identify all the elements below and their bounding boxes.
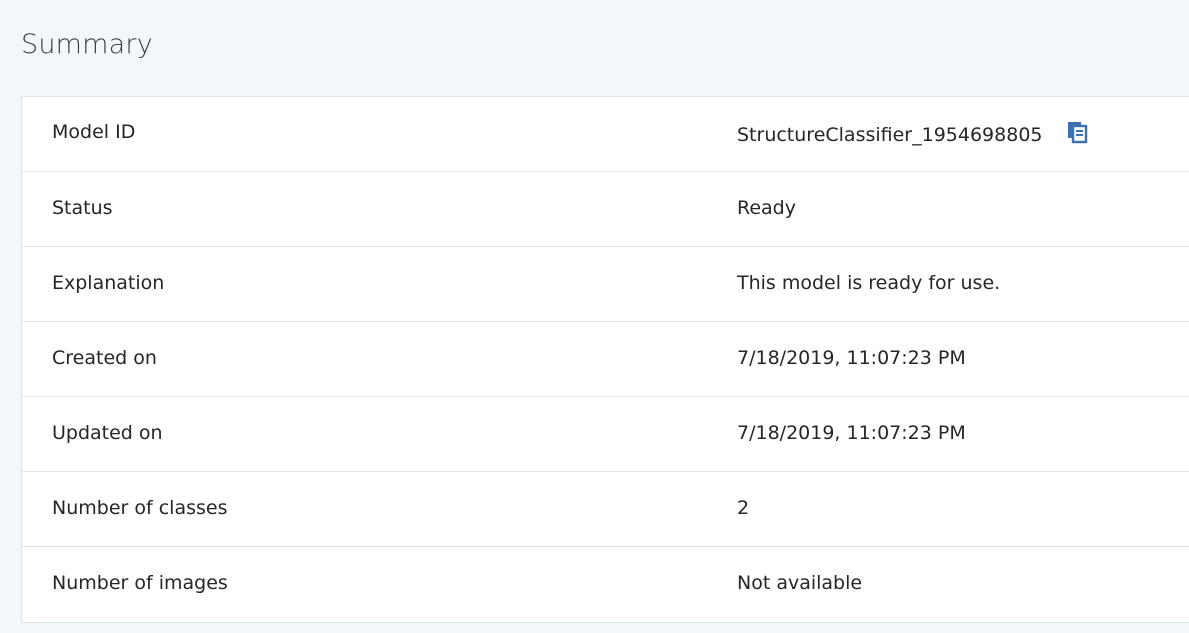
number-of-images-label: Number of images	[52, 572, 228, 594]
status-label: Status	[52, 197, 113, 219]
summary-row-status: Status Ready	[22, 172, 1189, 247]
created-on-label: Created on	[52, 347, 157, 369]
summary-row-number-of-classes: Number of classes 2	[22, 472, 1189, 547]
model-id-value: StructureClassifier_1954698805	[737, 124, 1043, 146]
summary-row-model-id: Model ID StructureClassifier_1954698805	[22, 97, 1189, 172]
page-title: Summary	[21, 29, 153, 60]
number-of-classes-value: 2	[737, 497, 750, 519]
explanation-label: Explanation	[52, 272, 165, 294]
created-on-value: 7/18/2019, 11:07:23 PM	[737, 347, 966, 369]
number-of-images-value: Not available	[737, 572, 863, 594]
copy-icon	[1067, 122, 1087, 144]
model-id-label: Model ID	[52, 121, 136, 143]
updated-on-label: Updated on	[52, 422, 163, 444]
summary-row-updated-on: Updated on 7/18/2019, 11:07:23 PM	[22, 397, 1189, 472]
summary-table: Model ID StructureClassifier_1954698805 …	[21, 96, 1189, 623]
summary-row-created-on: Created on 7/18/2019, 11:07:23 PM	[22, 322, 1189, 397]
summary-row-number-of-images: Number of images Not available	[22, 547, 1189, 622]
model-id-value-cell: StructureClassifier_1954698805	[737, 97, 1091, 173]
explanation-value: This model is ready for use.	[737, 272, 1001, 294]
updated-on-value: 7/18/2019, 11:07:23 PM	[737, 422, 966, 444]
status-value: Ready	[737, 197, 796, 219]
copy-model-id-button[interactable]	[1065, 119, 1091, 145]
summary-row-explanation: Explanation This model is ready for use.	[22, 247, 1189, 322]
number-of-classes-label: Number of classes	[52, 497, 228, 519]
